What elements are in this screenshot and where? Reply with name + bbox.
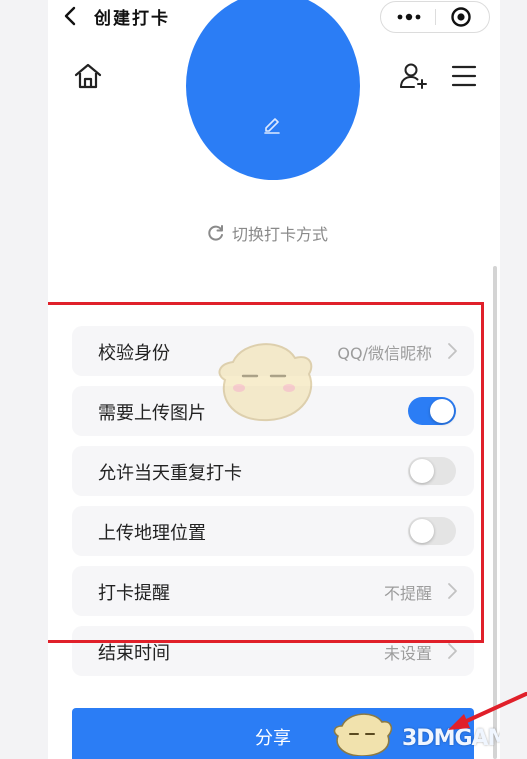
capsule-menu xyxy=(380,1,490,33)
back-arrow-icon[interactable] xyxy=(60,4,82,28)
setting-label: 校验身份 xyxy=(98,343,170,364)
left-margin xyxy=(0,0,48,759)
setting-label: 需要上传图片 xyxy=(98,403,206,424)
chevron-right-icon xyxy=(448,583,457,599)
chevron-right-icon xyxy=(448,343,457,359)
scrollbar[interactable] xyxy=(493,266,497,759)
capsule-divider xyxy=(435,9,436,25)
mascot-sticker xyxy=(218,343,313,422)
upload-image-toggle[interactable] xyxy=(408,397,456,425)
toggle-knob xyxy=(410,459,434,483)
app-screen: 创建打卡 切换打卡方式 校验身份 QQ/微信昵称 需要上传图片 允许当天重复打卡… xyxy=(48,0,500,759)
setting-label: 允许当天重复打卡 xyxy=(98,463,242,484)
setting-value: 未设置 xyxy=(383,644,432,663)
page-title: 创建打卡 xyxy=(94,9,170,29)
menu-icon[interactable] xyxy=(450,62,478,90)
toggle-knob xyxy=(430,399,454,423)
add-user-icon[interactable] xyxy=(398,60,430,92)
setting-label: 结束时间 xyxy=(98,643,170,664)
watermark-mascot xyxy=(333,713,393,756)
toggle-knob xyxy=(410,519,434,543)
switch-mode-link[interactable]: 切换打卡方式 xyxy=(206,220,328,246)
upload-location-toggle[interactable] xyxy=(408,517,456,545)
pen-icon[interactable] xyxy=(262,114,282,134)
setting-repeat-checkin[interactable]: 允许当天重复打卡 xyxy=(72,446,474,496)
setting-value: QQ/微信昵称 xyxy=(337,344,432,363)
right-margin xyxy=(500,0,527,759)
refresh-icon xyxy=(208,225,223,241)
home-icon[interactable] xyxy=(72,60,104,92)
setting-upload-location[interactable]: 上传地理位置 xyxy=(72,506,474,556)
setting-end-time[interactable]: 结束时间 未设置 xyxy=(72,626,474,676)
annotation-arrow xyxy=(448,692,527,730)
setting-value: 不提醒 xyxy=(383,584,432,603)
more-dots-icon[interactable] xyxy=(391,6,427,28)
repeat-checkin-toggle[interactable] xyxy=(408,457,456,485)
setting-reminder[interactable]: 打卡提醒 不提醒 xyxy=(72,566,474,616)
close-target-icon[interactable] xyxy=(449,5,473,29)
setting-label: 打卡提醒 xyxy=(98,583,170,604)
chevron-right-icon xyxy=(448,643,457,659)
switch-mode-label: 切换打卡方式 xyxy=(232,225,329,244)
cover-circle[interactable] xyxy=(186,0,360,180)
setting-label: 上传地理位置 xyxy=(98,523,206,544)
